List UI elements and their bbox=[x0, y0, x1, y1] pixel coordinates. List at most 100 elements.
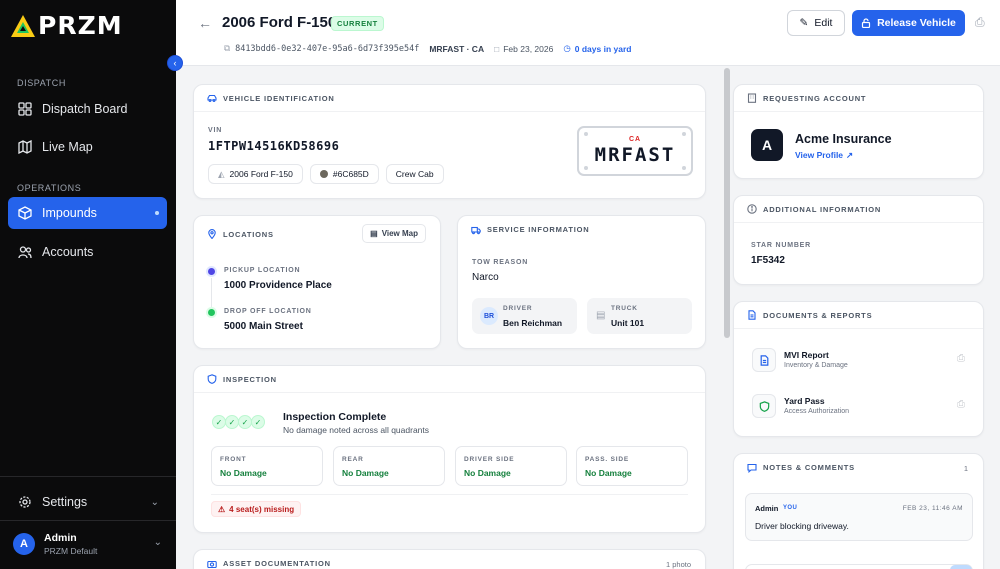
logo-text: PRZM bbox=[38, 11, 123, 40]
print-icon[interactable]: ⎙ bbox=[975, 15, 985, 30]
active-indicator bbox=[155, 211, 159, 215]
vin-label: VIN bbox=[208, 127, 223, 134]
vehicle-identification-card: VEHICLE IDENTIFICATION VIN 1FTPW14516KD5… bbox=[193, 84, 706, 199]
building-icon bbox=[747, 93, 757, 103]
section-title: SERVICE INFORMATION bbox=[487, 225, 590, 234]
chevron-left-icon: ‹ bbox=[173, 58, 177, 68]
inspection-status: Inspection Complete bbox=[283, 411, 387, 423]
divider bbox=[211, 494, 688, 495]
quadrant-label: REAR bbox=[342, 456, 364, 463]
external-link-icon: ↗ bbox=[846, 150, 854, 160]
truck-label: TRUCK bbox=[611, 305, 638, 312]
sidebar-item-impounds[interactable]: Impounds bbox=[8, 197, 167, 229]
section-title: REQUESTING ACCOUNT bbox=[763, 93, 867, 103]
back-arrow-icon[interactable]: ← bbox=[198, 15, 212, 31]
license-plate: CA MRFAST bbox=[577, 126, 693, 176]
view-profile-link[interactable]: View Profile ↗ bbox=[795, 150, 853, 161]
copy-icon[interactable]: ⧉ bbox=[224, 43, 230, 54]
section-title: ASSET DOCUMENTATION bbox=[223, 559, 331, 568]
driver-avatar: BR bbox=[480, 307, 498, 325]
unlock-icon bbox=[861, 18, 871, 28]
sidebar-item-live-map[interactable]: Live Map bbox=[8, 131, 167, 163]
sidebar-item-dispatch-board[interactable]: Dispatch Board bbox=[8, 93, 167, 125]
quadrant-pass-side[interactable]: PASS. SIDE No Damage bbox=[576, 446, 688, 486]
note-text: Driver blocking driveway. bbox=[755, 521, 849, 531]
quadrant-rear[interactable]: REAR No Damage bbox=[333, 446, 445, 486]
release-label: Release Vehicle bbox=[877, 17, 956, 29]
note-input[interactable] bbox=[745, 564, 973, 569]
page-title: 2006 Ford F-150 bbox=[222, 14, 337, 31]
dropoff-label: DROP OFF LOCATION bbox=[224, 308, 312, 315]
shield-icon bbox=[207, 374, 217, 384]
status-badge: CURRENT bbox=[331, 16, 384, 31]
document-icon-box bbox=[752, 394, 776, 418]
plate-state: MRFAST · CA bbox=[429, 43, 485, 54]
document-item-mvi-report[interactable]: MVI Report Inventory & Damage ⎙ bbox=[734, 343, 985, 377]
tow-reason-label: TOW REASON bbox=[472, 259, 529, 266]
chevron-down-icon: ⌄ bbox=[150, 496, 159, 508]
requesting-account-card: REQUESTING ACCOUNT A Acme Insurance View… bbox=[733, 84, 984, 179]
driver-box: BR DRIVER Ben Reichman bbox=[472, 298, 577, 334]
sidebar-item-settings[interactable]: Settings ⌄ bbox=[8, 486, 167, 518]
note-author: Admin bbox=[755, 504, 779, 513]
vin-value[interactable]: 1FTPW14516KD58696 bbox=[208, 139, 339, 153]
document-subtitle: Inventory & Damage bbox=[784, 362, 848, 369]
inspection-checks: ✓ ✓ ✓ ✓ bbox=[212, 415, 265, 429]
release-vehicle-button[interactable]: Release Vehicle bbox=[852, 10, 965, 36]
check-icon: ✓ bbox=[238, 415, 252, 429]
scrollbar[interactable] bbox=[724, 68, 730, 338]
grid-icon bbox=[18, 102, 32, 116]
users-icon bbox=[18, 246, 32, 259]
document-title: MVI Report bbox=[784, 350, 829, 360]
view-map-button[interactable]: ▤ View Map bbox=[362, 224, 426, 243]
card-header: NOTES & COMMENTS bbox=[734, 454, 983, 481]
logo-mark-icon bbox=[10, 14, 36, 38]
card-header: SERVICE INFORMATION bbox=[458, 216, 705, 243]
sidebar: PRZM DISPATCH Dispatch Board Live Map OP… bbox=[0, 0, 176, 569]
plate-bolt bbox=[682, 132, 686, 136]
cab-label: Crew Cab bbox=[395, 169, 434, 179]
sidebar-divider bbox=[0, 520, 176, 521]
user-menu[interactable]: A Admin PRZM Default ⌄ bbox=[13, 532, 168, 556]
sidebar-section-dispatch: DISPATCH bbox=[17, 78, 66, 88]
file-icon bbox=[760, 354, 768, 366]
map-icon: ▤ bbox=[370, 229, 378, 238]
quadrant-label: DRIVER SIDE bbox=[464, 456, 515, 463]
truck-box: ▤ TRUCK Unit 101 bbox=[587, 298, 692, 334]
edit-button[interactable]: ✎ Edit bbox=[787, 10, 845, 36]
plate-bolt bbox=[584, 132, 588, 136]
document-subtitle: Access Authorization bbox=[784, 408, 849, 415]
edit-label: Edit bbox=[814, 17, 833, 29]
date-group: □ Feb 23, 2026 bbox=[494, 44, 553, 54]
section-title: DOCUMENTS & REPORTS bbox=[763, 310, 873, 320]
sidebar-item-accounts[interactable]: Accounts bbox=[8, 236, 167, 268]
quadrant-value: No Damage bbox=[585, 468, 632, 478]
pickup-marker bbox=[208, 268, 215, 275]
quadrant-value: No Damage bbox=[220, 468, 267, 478]
impound-id[interactable]: 8413bdd6-0e32-407e-95a6-6d73f395e54f bbox=[235, 44, 419, 54]
send-note-button[interactable] bbox=[950, 565, 972, 569]
quadrant-front[interactable]: FRONT No Damage bbox=[211, 446, 323, 486]
sidebar-item-label: Settings bbox=[42, 495, 88, 509]
print-icon[interactable]: ⎙ bbox=[957, 399, 965, 410]
note-item: Admin YOU FEB 23, 11:46 AM Driver blocki… bbox=[745, 493, 973, 541]
sidebar-item-label: Live Map bbox=[42, 140, 93, 154]
page-header: ← 2006 Ford F-150 CURRENT ⧉ 8413bdd6-0e3… bbox=[176, 0, 1000, 66]
tow-reason-value: Narco bbox=[472, 272, 499, 283]
plate-bolt bbox=[682, 166, 686, 170]
missing-seats-badge: ⚠ 4 seat(s) missing bbox=[211, 501, 302, 517]
print-icon[interactable]: ⎙ bbox=[957, 353, 965, 364]
driver-label: DRIVER bbox=[503, 305, 533, 312]
color-swatch bbox=[319, 170, 328, 178]
document-item-yard-pass[interactable]: Yard Pass Access Authorization ⎙ bbox=[734, 389, 985, 423]
user-org: PRZM Default bbox=[44, 546, 98, 556]
account-name: Acme Insurance bbox=[795, 132, 892, 146]
quadrant-driver-side[interactable]: DRIVER SIDE No Damage bbox=[455, 446, 567, 486]
inspection-card: INSPECTION ✓ ✓ ✓ ✓ Inspection Complete N… bbox=[193, 365, 706, 533]
sidebar-item-label: Accounts bbox=[42, 245, 94, 259]
sidebar-collapse-button[interactable]: ‹ bbox=[167, 55, 183, 71]
chevron-down-icon: ⌄ bbox=[153, 537, 162, 548]
note-author-tag: YOU bbox=[783, 505, 798, 511]
quadrant-label: PASS. SIDE bbox=[585, 456, 630, 463]
logo[interactable]: PRZM bbox=[10, 11, 123, 40]
